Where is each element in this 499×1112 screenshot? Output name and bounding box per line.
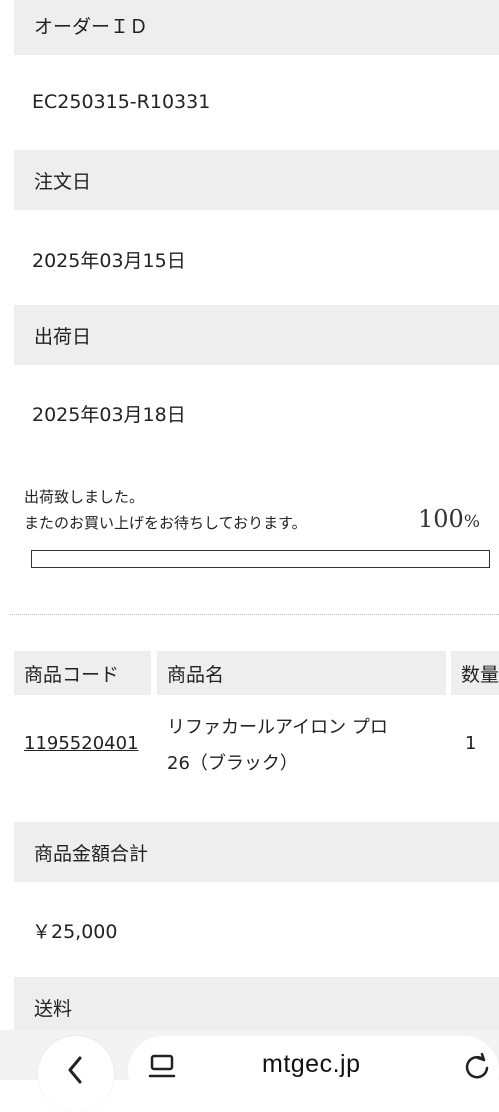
- chevron-left-icon: [68, 1056, 82, 1084]
- subtotal-label: 商品金額合計: [14, 822, 499, 882]
- progress-percent: 100%: [418, 505, 480, 533]
- shipment-status-line-2: またのお買い上げをお待ちしております。: [24, 514, 307, 532]
- product-code-link[interactable]: 1195520401: [24, 733, 139, 754]
- shipment-progress-bar: [31, 550, 490, 568]
- shipment-status-line-1: 出荷致しました。: [24, 488, 145, 506]
- subtotal-value: ￥25,000: [32, 921, 118, 943]
- ship-date-value: 2025年03月18日: [32, 404, 186, 426]
- order-date-label: 注文日: [14, 150, 499, 210]
- order-date-value: 2025年03月15日: [32, 250, 186, 272]
- shipping-label: 送料: [14, 977, 499, 1037]
- table-header-code: 商品コード: [14, 651, 151, 695]
- order-id-value: EC250315-R10331: [32, 91, 211, 113]
- reload-icon: [465, 1052, 489, 1079]
- shipment-progress-fill: [32, 551, 489, 567]
- progress-unit: %: [463, 512, 480, 532]
- progress-number: 100: [418, 505, 464, 533]
- order-id-label: オーダーＩＤ: [14, 0, 499, 55]
- shipment-status-message: 出荷致しました。 またのお買い上げをお待ちしております。: [24, 484, 307, 536]
- tabs-icon: [148, 1054, 176, 1078]
- url-text[interactable]: mtgec.jp: [262, 1050, 360, 1079]
- product-quantity: 1: [465, 733, 477, 754]
- tabs-button[interactable]: [146, 1050, 178, 1080]
- product-name-line-1: リファカールアイロン プロ: [167, 717, 388, 738]
- section-divider: [10, 614, 499, 615]
- reload-button[interactable]: [462, 1050, 494, 1082]
- product-name-line-2: 26（ブラック）: [167, 753, 298, 774]
- back-button[interactable]: [38, 1036, 114, 1112]
- ship-date-label: 出荷日: [14, 305, 499, 365]
- table-header-qty: 数量: [451, 651, 499, 695]
- table-header-name: 商品名: [157, 651, 446, 695]
